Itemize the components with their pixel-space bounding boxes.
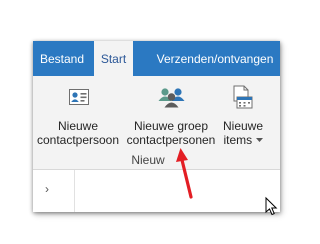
expand-folder-pane-icon[interactable]: ›: [45, 182, 49, 196]
ribbon: Nieuwe contactpersoon Nieuwe groep conta…: [33, 76, 280, 170]
new-contact-group-button[interactable]: Nieuwe groep contactpersonen: [123, 76, 219, 152]
dropdown-arrow-icon: [255, 138, 263, 142]
navigation-pane: ›: [33, 170, 280, 212]
new-group-label-line2: contactpersonen: [126, 133, 216, 147]
contact-card-icon: [69, 89, 89, 105]
new-items-button[interactable]: Nieuwe items: [220, 76, 266, 152]
new-items-label-line1: Nieuwe: [222, 119, 264, 133]
pane-divider: [74, 170, 75, 212]
new-contact-button[interactable]: Nieuwe contactpersoon: [35, 76, 121, 152]
new-items-icon: [233, 85, 253, 109]
contact-group-icon: [158, 88, 185, 108]
new-contact-label-line2: contactpersoon: [36, 133, 120, 147]
tab-bestand[interactable]: Bestand: [33, 41, 91, 76]
ribbon-tab-bar: Bestand Start Verzenden/ontvangen: [33, 41, 280, 76]
outlook-window: Bestand Start Verzenden/ontvangen Nieuwe…: [33, 41, 280, 212]
group-label-nieuw: Nieuw: [131, 153, 165, 167]
new-group-label-line1: Nieuwe groep: [133, 119, 209, 133]
new-items-label-text: items: [223, 133, 253, 147]
tab-verzenden-ontvangen[interactable]: Verzenden/ontvangen: [151, 41, 279, 76]
tab-start[interactable]: Start: [94, 41, 133, 76]
new-contact-label-line1: Nieuwe: [57, 119, 99, 133]
new-items-label-line2: items: [220, 133, 266, 148]
